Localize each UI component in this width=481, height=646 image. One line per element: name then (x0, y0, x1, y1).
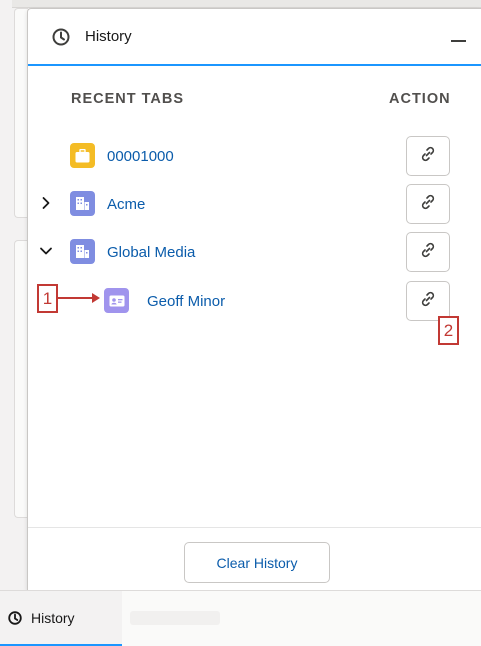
case-briefcase-icon (70, 143, 95, 168)
recent-tab-row: Global Media (28, 232, 481, 274)
link-icon (419, 241, 437, 264)
column-header-recent-tabs: RECENT TABS (71, 91, 185, 107)
panel-footer: Clear History (28, 527, 481, 591)
panel-title: History (85, 28, 132, 45)
background-card-edge (14, 240, 28, 518)
account-building-icon (70, 239, 95, 264)
utility-tab-label: History (31, 609, 75, 626)
link-icon (419, 145, 437, 168)
chevron-down-icon[interactable] (39, 244, 53, 258)
console-workspace: History RECENT TABS ACTION 00001000 Acme… (0, 0, 481, 646)
recent-tab-link[interactable]: 00001000 (107, 148, 174, 165)
copy-link-button[interactable] (406, 281, 450, 321)
recent-tab-row: Acme (28, 184, 481, 226)
chevron-right-icon[interactable] (39, 196, 53, 210)
utility-bar: History (0, 590, 481, 646)
minimize-button[interactable] (447, 27, 469, 49)
column-header-action: ACTION (389, 91, 451, 107)
recent-tab-row: 00001000 (28, 136, 481, 178)
link-icon (419, 290, 437, 313)
utility-tab-history[interactable]: History (0, 591, 122, 646)
recent-tab-link[interactable]: Acme (107, 196, 145, 213)
callout-badge: 1 (37, 284, 58, 313)
callout-badge: 2 (438, 316, 459, 345)
account-building-icon (70, 191, 95, 216)
link-icon (419, 193, 437, 216)
panel-header: History (28, 9, 481, 66)
copy-link-button[interactable] (406, 184, 450, 224)
copy-link-button[interactable] (406, 232, 450, 272)
copy-link-button[interactable] (406, 136, 450, 176)
clock-icon (7, 610, 23, 626)
recent-tab-link[interactable]: Geoff Minor (147, 293, 225, 310)
background-utility-item (130, 611, 220, 625)
clear-history-button[interactable]: Clear History (184, 542, 330, 583)
clock-icon (50, 26, 72, 48)
minimize-icon (450, 40, 466, 42)
contact-card-icon (104, 288, 129, 313)
recent-tab-link[interactable]: Global Media (107, 244, 195, 261)
callout-arrow-icon (58, 293, 100, 303)
background-app-strip (12, 0, 481, 8)
background-card-edge (14, 8, 28, 218)
table-header: RECENT TABS ACTION (28, 91, 481, 111)
